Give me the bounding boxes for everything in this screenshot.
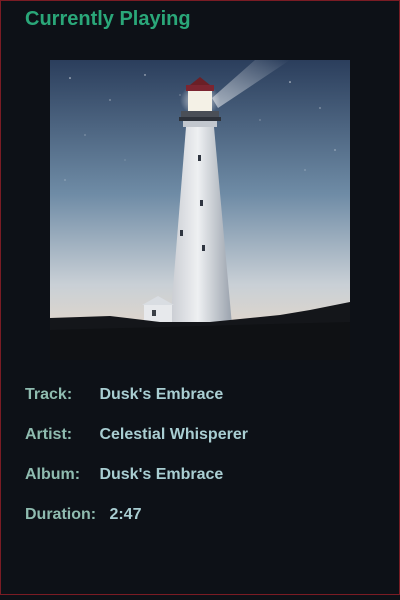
artist-row: Artist: Celestial Whisperer: [25, 425, 248, 445]
duration-label: Duration:: [25, 506, 97, 523]
album-row: Album: Dusk's Embrace: [25, 465, 223, 485]
duration-value: 2:47: [109, 506, 142, 523]
track-label: Track:: [25, 386, 73, 403]
now-playing-panel: Currently Playing Track: Dusk's Embrace …: [0, 0, 400, 595]
page-title: Currently Playing: [25, 8, 191, 30]
artist-label: Artist:: [25, 426, 73, 443]
album-value: Dusk's Embrace: [99, 466, 224, 483]
duration-row: Duration: 2:47: [25, 505, 141, 525]
track-row: Track: Dusk's Embrace: [25, 385, 223, 405]
artist-value: Celestial Whisperer: [99, 426, 248, 443]
track-value: Dusk's Embrace: [99, 386, 224, 403]
album-label: Album:: [25, 466, 81, 483]
album-art: [50, 60, 350, 360]
